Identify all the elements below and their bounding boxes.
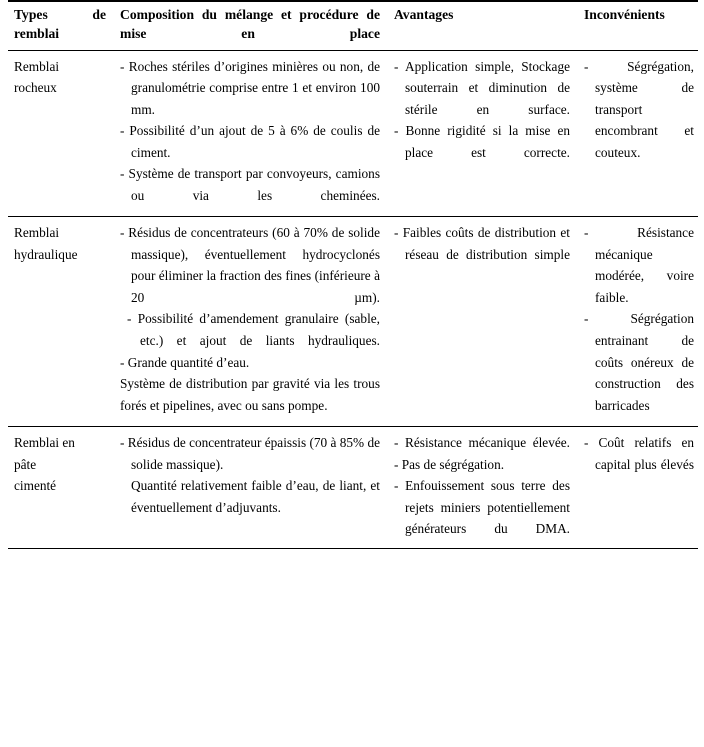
composition-item: - Résidus de concentrateur épaissis (70 …: [120, 435, 380, 472]
cell-inconvenients-hydraulique: - Résistance mécanique modérée, voire fa…: [578, 216, 698, 427]
table-header: Types de remblai Composition du mélange …: [8, 0, 698, 51]
type-line: pâte: [14, 456, 37, 472]
composition-note: Système de distribution par gravité via …: [120, 376, 380, 413]
avantage-item: - Enfouissement sous terre des rejets mi…: [394, 478, 570, 537]
cell-avantages-rocheux: - Application simple, Stockage souterrai…: [388, 50, 578, 217]
column-header-types-de-remblai: Types de remblai: [8, 0, 114, 51]
cell-avantages-hydraulique: - Faibles coûts de distribution et résea…: [388, 216, 578, 427]
cell-composition-rocheux: - Roches stériles d’origines minières ou…: [114, 50, 388, 217]
inconvenient-item: - Résistance mécanique modérée, voire fa…: [584, 225, 694, 305]
composition-item: - Possibilité d’un ajout de 5 à 6% de co…: [120, 123, 380, 160]
cell-inconvenients-pate-cimente: - Coût relatifs en capital plus élevés: [578, 426, 698, 549]
type-line: cimenté: [14, 478, 57, 494]
inconvenient-item: - Ségrégation, système de transport enco…: [584, 58, 694, 160]
column-header-composition: Composition du mélange et procédure de m…: [114, 0, 388, 51]
type-line: Remblai en: [14, 435, 75, 451]
inconvenient-item: - Coût relatifs en capital plus élevés: [584, 435, 694, 472]
comparison-table-container: Types de remblai Composition du mélange …: [0, 0, 704, 549]
composition-item: - Possibilité d’amendement granulaire (s…: [127, 311, 380, 348]
cell-type-hydraulique: Remblai hydraulique: [8, 216, 114, 427]
type-line: Remblai: [14, 58, 60, 74]
table-row: Remblai rocheux - Roches stériles d’orig…: [8, 50, 698, 217]
avantage-item: - Application simple, Stockage souterrai…: [394, 58, 570, 117]
avantage-item: - Bonne rigidité si la mise en place est…: [394, 123, 570, 160]
avantage-item: - Pas de ségrégation.: [394, 456, 505, 472]
cell-inconvenients-rocheux: - Ségrégation, système de transport enco…: [578, 50, 698, 217]
cell-avantages-pate-cimente: - Résistance mécanique élevée. - Pas de …: [388, 426, 578, 549]
composition-item: - Résidus de concentrateurs (60 à 70% de…: [120, 225, 380, 305]
type-line: rocheux: [14, 80, 57, 96]
avantage-item: - Résistance mécanique élevée.: [394, 435, 570, 451]
column-header-inconvenients: Inconvénients: [578, 0, 698, 51]
column-header-avantages: Avantages: [388, 0, 578, 51]
cell-composition-pate-cimente: - Résidus de concentrateur épaissis (70 …: [114, 426, 388, 549]
composition-item: - Grande quantité d’eau.: [120, 354, 250, 370]
inconvenient-item: - Ségrégation entrainant de coûts onéreu…: [584, 311, 694, 413]
composition-item: - Système de transport par convoyeurs, c…: [120, 166, 380, 203]
cell-composition-hydraulique: - Résidus de concentrateurs (60 à 70% de…: [114, 216, 388, 427]
cell-type-pate-cimente: Remblai en pâte cimenté: [8, 426, 114, 549]
type-line: hydraulique: [14, 246, 78, 262]
backfill-comparison-table: Types de remblai Composition du mélange …: [8, 0, 698, 549]
cell-type-rocheux: Remblai rocheux: [8, 50, 114, 217]
table-body: Remblai rocheux - Roches stériles d’orig…: [8, 50, 698, 549]
table-row: Remblai hydraulique - Résidus de concent…: [8, 216, 698, 427]
avantage-item: - Faibles coûts de distribution et résea…: [394, 225, 570, 262]
composition-item: Quantité relativement faible d’eau, de l…: [131, 478, 380, 515]
composition-item: - Roches stériles d’origines minières ou…: [120, 58, 380, 117]
table-header-row: Types de remblai Composition du mélange …: [8, 0, 698, 51]
table-row: Remblai en pâte cimenté - Résidus de con…: [8, 426, 698, 549]
type-line: Remblai: [14, 225, 60, 241]
